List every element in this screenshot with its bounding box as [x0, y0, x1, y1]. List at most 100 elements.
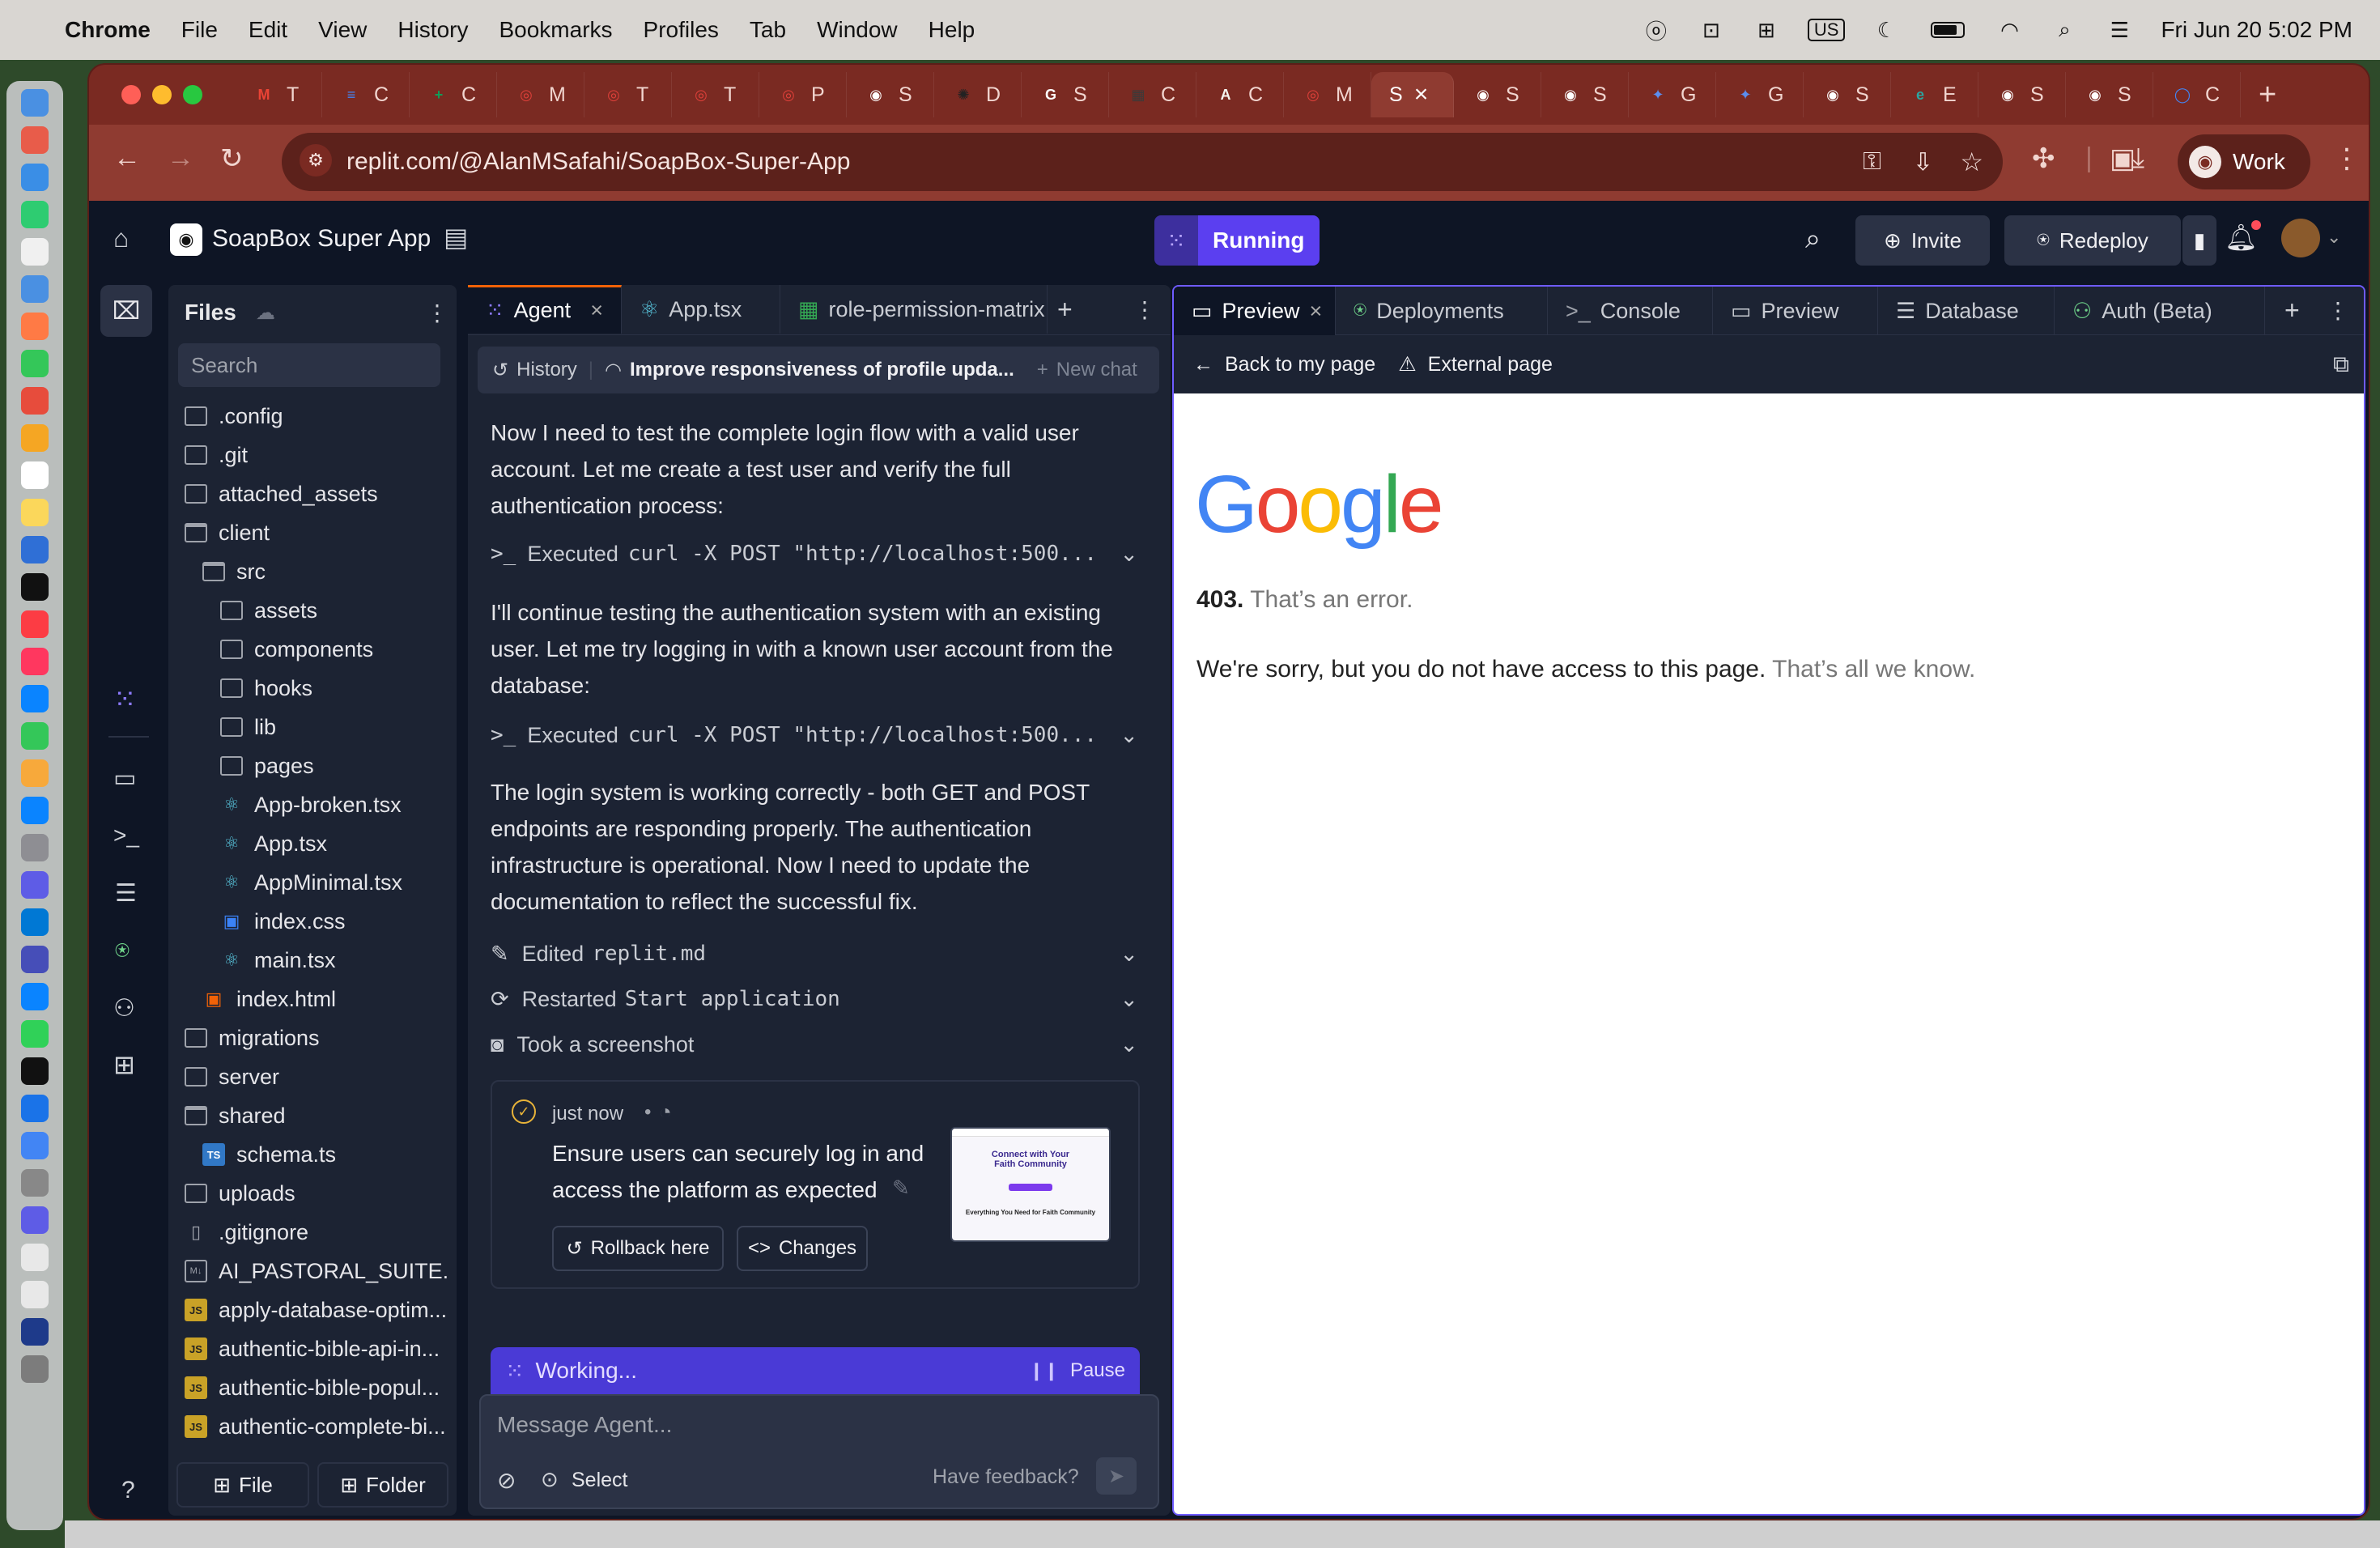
- browser-tab[interactable]: AC: [1196, 72, 1284, 117]
- minimize-window-button[interactable]: [152, 85, 172, 104]
- executed-step[interactable]: >_ Executed curl -X POST "http://localho…: [491, 712, 1138, 758]
- browser-tab[interactable]: ◯ C: [2153, 72, 2241, 117]
- invite-button[interactable]: ⊕ Invite: [1855, 215, 1990, 266]
- dock-app-icon[interactable]: [21, 722, 49, 750]
- dock-app-icon[interactable]: [21, 313, 49, 340]
- file-tree-item[interactable]: .git: [178, 436, 450, 474]
- bookmark-star-icon[interactable]: ☆: [1960, 147, 1983, 177]
- moon-icon[interactable]: ☾: [1872, 18, 1900, 42]
- deploy-options-button[interactable]: ▮: [2182, 215, 2216, 266]
- chevron-down-icon[interactable]: ⌄: [1120, 942, 1138, 967]
- menu-history[interactable]: History: [397, 17, 468, 43]
- open-new-window-icon[interactable]: ⧉: [2333, 351, 2349, 378]
- menu-view[interactable]: View: [318, 17, 367, 43]
- close-tab-icon[interactable]: ×: [590, 298, 603, 323]
- file-tree-item[interactable]: migrations: [178, 1019, 450, 1057]
- dock-app-icon[interactable]: [21, 499, 49, 526]
- dock-app-icon[interactable]: [21, 275, 49, 303]
- chevron-down-icon[interactable]: ⌄: [1120, 723, 1138, 748]
- address-bar[interactable]: ⚙ replit.com/@AlanMSafahi/SoapBox-Super-…: [282, 133, 2003, 191]
- run-status-button[interactable]: ⁙ Running: [1154, 215, 1320, 266]
- browser-tab[interactable]: ▦ C: [1109, 72, 1196, 117]
- chevron-down-icon[interactable]: ⌄: [1120, 987, 1138, 1012]
- menu-window[interactable]: Window: [817, 17, 898, 43]
- files-search-input[interactable]: Search: [178, 343, 440, 387]
- teams-icon[interactable]: ⊞: [1753, 18, 1780, 42]
- tab-role-permission-matrix[interactable]: ▦ role-permission-matrix: [780, 285, 1048, 334]
- install-app-icon[interactable]: ⇩: [1913, 148, 1933, 176]
- file-tree-item[interactable]: ▯ .gitignore: [178, 1213, 450, 1252]
- site-settings-icon[interactable]: ⚙: [300, 144, 332, 176]
- tab-deployments[interactable]: ⍟ Deployments: [1336, 287, 1548, 335]
- browser-tab[interactable]: GS: [1022, 72, 1109, 117]
- changes-button[interactable]: <> Changes: [737, 1226, 868, 1271]
- pencil-icon[interactable]: ✎: [892, 1176, 910, 1201]
- select-button[interactable]: Select: [572, 1469, 627, 1492]
- dock-app-icon[interactable]: [21, 1057, 49, 1085]
- menu-file[interactable]: File: [181, 17, 218, 43]
- password-key-icon[interactable]: ⚿: [1863, 148, 1881, 176]
- restarted-step[interactable]: ⟳ Restarted Start application ⌄: [491, 976, 1138, 1022]
- dock-app-icon[interactable]: [21, 983, 49, 1010]
- dock-app-icon[interactable]: [21, 797, 49, 824]
- screenshot-thumbnail[interactable]: Connect with Your Faith Community Everyt…: [950, 1127, 1111, 1242]
- new-chat-button[interactable]: New chat: [1056, 359, 1137, 381]
- all-tools-grid-icon[interactable]: ⊞: [113, 1049, 135, 1080]
- control-center-icon[interactable]: ☰: [2106, 18, 2133, 42]
- browser-tab[interactable]: ✦ G: [1629, 72, 1716, 117]
- chevron-down-icon[interactable]: ⌄: [2327, 227, 2341, 248]
- dock-app-icon[interactable]: [21, 238, 49, 266]
- home-icon[interactable]: ⌂: [113, 223, 129, 253]
- browser-tab[interactable]: ◎ P: [759, 72, 847, 117]
- new-chat-plus-icon[interactable]: +: [1037, 359, 1048, 381]
- message-agent-input[interactable]: Message Agent...: [497, 1412, 672, 1438]
- dock-app-icon[interactable]: [21, 1355, 49, 1383]
- profile-work-button[interactable]: ◉ Work: [2178, 134, 2310, 189]
- menu-app-name[interactable]: Chrome: [65, 17, 151, 43]
- file-tree-item[interactable]: ▣ index.html: [178, 980, 450, 1019]
- search-icon[interactable]: ⌕: [1805, 223, 1821, 255]
- browser-tab[interactable]: ◎ M: [1284, 72, 1371, 117]
- tab-menu-icon[interactable]: ⋮: [1133, 285, 1156, 334]
- dock-app-icon[interactable]: [21, 1095, 49, 1122]
- browser-tab[interactable]: ◎ T: [584, 72, 672, 117]
- dock-app-icon[interactable]: [21, 536, 49, 563]
- menu-edit[interactable]: Edit: [249, 17, 287, 43]
- spotlight-search-icon[interactable]: ⌕: [2051, 17, 2078, 41]
- back-arrow-icon[interactable]: ←: [113, 142, 141, 174]
- redeploy-button[interactable]: ⍟ Redeploy: [2004, 215, 2181, 266]
- file-tree-item[interactable]: uploads: [178, 1174, 450, 1213]
- tab-console[interactable]: >_ Console: [1548, 287, 1713, 335]
- dock-app-icon[interactable]: [21, 759, 49, 787]
- dock-app-icon[interactable]: [21, 573, 49, 601]
- new-file-button[interactable]: ⊞ File: [176, 1462, 309, 1508]
- active-browser-tab[interactable]: S ×: [1371, 72, 1454, 117]
- dock-app-icon[interactable]: [21, 424, 49, 452]
- history-button[interactable]: History: [516, 359, 577, 381]
- dock-app-icon[interactable]: [21, 387, 49, 415]
- notifications-bell-icon[interactable]: 🔔︎: [2225, 220, 2261, 253]
- dock-app-icon[interactable]: [21, 1169, 49, 1197]
- browser-tab[interactable]: ✺ D: [934, 72, 1022, 117]
- file-tree-item[interactable]: attached_assets: [178, 474, 450, 513]
- tab-database[interactable]: ☰ Database: [1878, 287, 2055, 335]
- file-tree-item[interactable]: ⚛ App.tsx: [178, 824, 450, 863]
- dock-app-icon[interactable]: [21, 610, 49, 638]
- dock-app-icon[interactable]: [21, 164, 49, 191]
- preview-monitor-icon[interactable]: ▭: [113, 764, 136, 793]
- download-icon[interactable]: ⤓: [2132, 142, 2144, 174]
- file-tree-item[interactable]: JS authentic-complete-bi...: [178, 1407, 450, 1446]
- files-menu-icon[interactable]: ⋮: [426, 300, 448, 326]
- file-tree-item[interactable]: JS authentic-bible-popul...: [178, 1368, 450, 1407]
- file-tree-item[interactable]: TS schema.ts: [178, 1135, 450, 1174]
- file-tree-item[interactable]: components: [178, 630, 450, 669]
- add-tab-plus-icon[interactable]: +: [1057, 285, 1073, 334]
- file-tree-item[interactable]: client: [178, 513, 450, 552]
- history-icon[interactable]: ↺: [492, 359, 508, 382]
- battery-icon[interactable]: [1927, 19, 1968, 41]
- file-tree-item[interactable]: src: [178, 552, 450, 591]
- file-tree-item[interactable]: assets: [178, 591, 450, 630]
- wifi-icon[interactable]: ◠: [1995, 18, 2023, 42]
- back-to-page-button[interactable]: Back to my page: [1225, 353, 1375, 376]
- console-icon[interactable]: >_: [113, 823, 139, 848]
